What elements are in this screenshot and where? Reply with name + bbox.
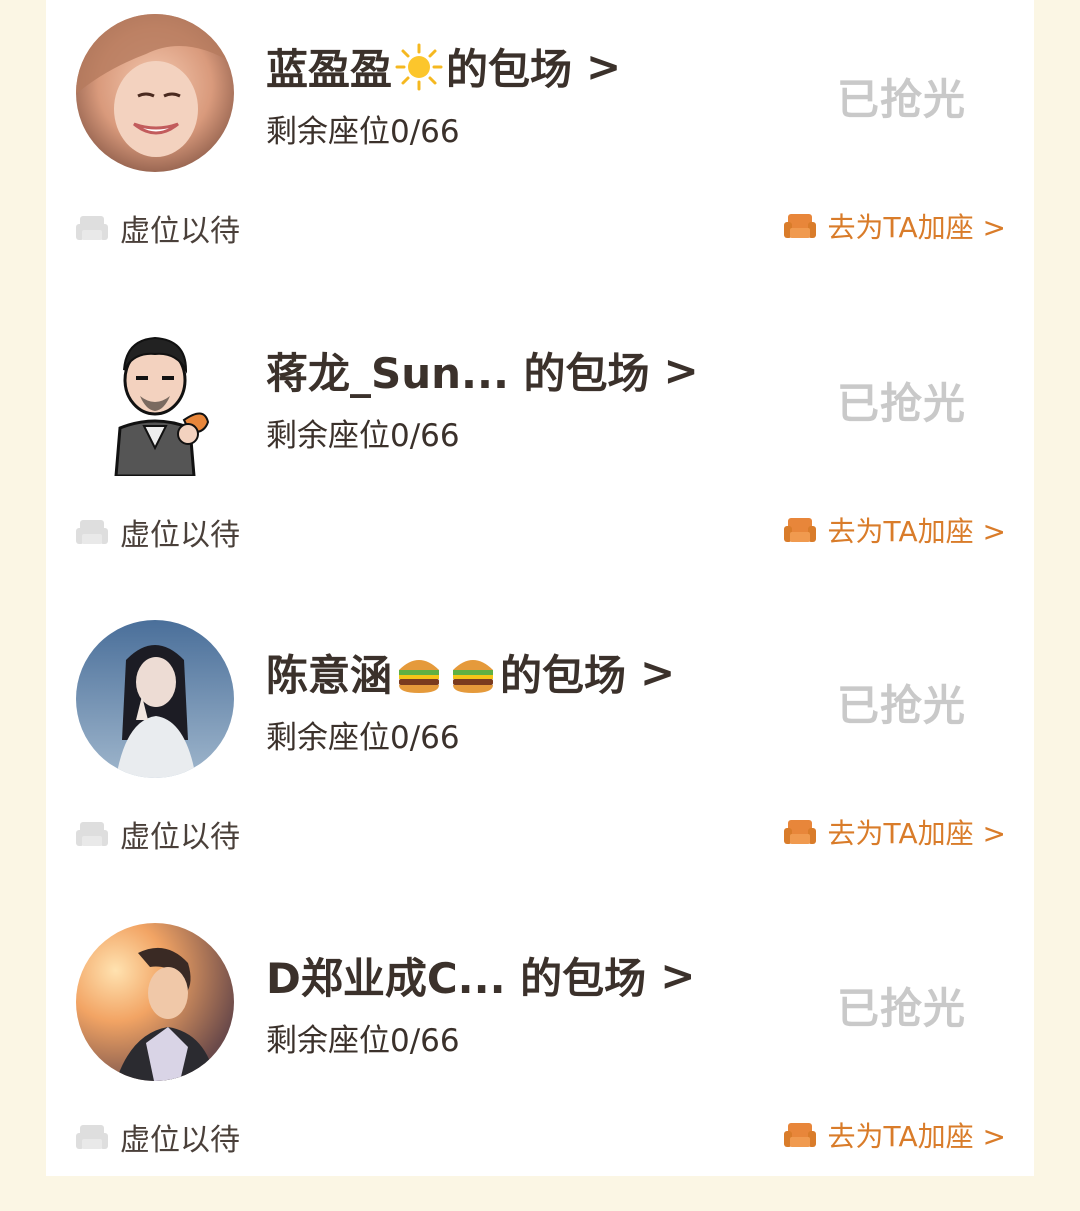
add-seat-text: 去为TA加座 > [827,1120,1006,1153]
avatar[interactable] [76,318,234,476]
chevron-right-icon: > [660,951,696,1000]
list-item: 陈意涵 的包场 > 剩余座位0/66 已抢光 虚位以待 去为TA加座 > [46,606,1034,908]
booking-list-panel: 蓝盈盈 的包场 > 剩余座位0/66 已抢光 虚位以待 去为TA加座 > 蒋龙_… [46,0,1034,1176]
list-item: 蒋龙_Sun... 的包场 > 剩余座位0/66 已抢光 虚位以待 去为TA加座… [46,304,1034,606]
host-name: 陈意涵 [266,651,393,700]
remaining-seats: 剩余座位0/66 [266,1023,460,1059]
add-seat-link[interactable]: 去为TA加座 > [782,510,1006,550]
host-name: 蒋龙_Sun... 的包场 [266,349,650,398]
host-name: D郑业成C... 的包场 [266,954,647,1003]
host-title-suffix: 的包场 [446,45,573,94]
sold-out-badge: 已抢光 [836,984,966,1033]
waiting-text: 虚位以待 [120,518,240,553]
sofa-gray-icon [74,816,110,852]
waiting-text: 虚位以待 [120,1123,240,1158]
waiting-label: 虚位以待 [74,206,240,250]
avatar[interactable] [76,923,234,1081]
sun-emoji-icon [394,42,444,92]
list-item: 蓝盈盈 的包场 > 剩余座位0/66 已抢光 虚位以待 去为TA加座 > [46,0,1034,302]
chevron-right-icon: > [663,346,699,395]
chevron-right-icon: > [586,42,622,91]
host-name: 蓝盈盈 [266,45,393,94]
sofa-gray-icon [74,1119,110,1155]
sofa-gray-icon [74,514,110,550]
sold-out-badge: 已抢光 [836,75,966,124]
burger-emoji-icon [394,648,444,698]
avatar[interactable] [76,14,234,172]
chevron-right-icon: > [640,648,676,697]
burger-emoji-icon [448,648,498,698]
host-title[interactable]: D郑业成C... 的包场 > [266,945,695,1006]
sofa-orange-icon [782,208,818,244]
sold-out-badge: 已抢光 [836,379,966,428]
host-title-suffix: 的包场 [500,651,627,700]
waiting-text: 虚位以待 [120,820,240,855]
waiting-label: 虚位以待 [74,1115,240,1159]
host-title[interactable]: 蓝盈盈 的包场 > [266,36,621,97]
add-seat-link[interactable]: 去为TA加座 > [782,812,1006,852]
sofa-orange-icon [782,1117,818,1153]
add-seat-text: 去为TA加座 > [827,817,1006,850]
sold-out-badge: 已抢光 [836,681,966,730]
waiting-text: 虚位以待 [120,214,240,249]
list-item: D郑业成C... 的包场 > 剩余座位0/66 已抢光 虚位以待 去为TA加座 … [46,909,1034,1211]
waiting-label: 虚位以待 [74,812,240,856]
sofa-orange-icon [782,814,818,850]
remaining-seats: 剩余座位0/66 [266,720,460,756]
host-title[interactable]: 陈意涵 的包场 > [266,642,675,703]
remaining-seats: 剩余座位0/66 [266,114,460,150]
add-seat-link[interactable]: 去为TA加座 > [782,1115,1006,1155]
add-seat-text: 去为TA加座 > [827,211,1006,244]
remaining-seats: 剩余座位0/66 [266,418,460,454]
add-seat-text: 去为TA加座 > [827,515,1006,548]
host-title[interactable]: 蒋龙_Sun... 的包场 > [266,340,699,401]
sofa-orange-icon [782,512,818,548]
waiting-label: 虚位以待 [74,510,240,554]
avatar[interactable] [76,620,234,778]
add-seat-link[interactable]: 去为TA加座 > [782,206,1006,246]
sofa-gray-icon [74,210,110,246]
